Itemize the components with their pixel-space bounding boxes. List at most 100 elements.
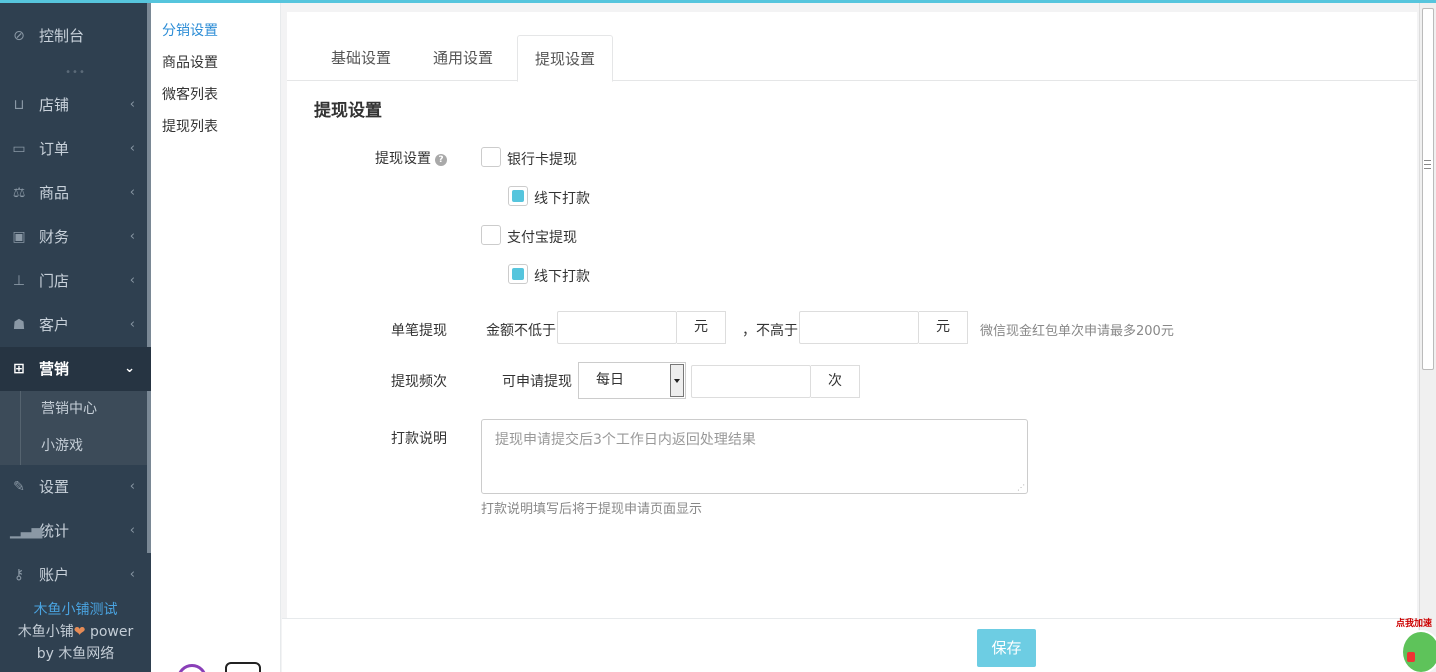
max-amount-prefix: ，不高于 — [742, 323, 798, 339]
single-withdraw-hint: 微信现金红包单次申请最多200元 — [980, 324, 1174, 339]
shop-name[interactable]: 木鱼小铺测试 — [0, 599, 151, 619]
page-scrollbar[interactable] — [1419, 3, 1436, 672]
main-panel: 基础设置 通用设置 提现设置 提现设置 提现设置? 银行卡提现 线下打款 支付宝… — [287, 12, 1417, 622]
action-footer: 保存 — [282, 618, 1418, 672]
bank-card-checkbox[interactable] — [481, 147, 501, 167]
sidebar-item-label: 店铺 — [39, 96, 70, 114]
menu-distribution-settings[interactable]: 分销设置 — [151, 15, 280, 47]
sidebar-item-settings[interactable]: ✎ 设置 ‹ — [0, 465, 151, 509]
withdraw-frequency-label: 提现频次 — [391, 374, 447, 390]
alipay-offline-label: 线下打款 — [534, 269, 590, 285]
sidebar-item-finance[interactable]: ▣ 财务 ‹ — [0, 215, 151, 259]
settings-tabs: 基础设置 通用设置 提现设置 — [287, 35, 1417, 82]
frequency-count-input[interactable] — [691, 365, 811, 398]
chevron-down-icon[interactable] — [670, 364, 684, 397]
payment-note-label: 打款说明 — [391, 431, 447, 447]
sidebar-item-marketing[interactable]: ⊞ 营销 ⌄ — [0, 347, 151, 391]
save-button[interactable]: 保存 — [977, 629, 1036, 667]
sidebar-item-products[interactable]: ⚖ 商品 ‹ — [0, 171, 151, 215]
frequency-period-select[interactable]: 每日 — [578, 362, 686, 399]
heart-icon: ❤ — [73, 624, 86, 640]
help-icon[interactable]: ? — [435, 154, 447, 166]
key-icon: ⚷ — [13, 567, 25, 583]
sitemap-icon: ⊥ — [12, 273, 26, 289]
sidebar-item-label: 控制台 — [39, 27, 85, 45]
chevron-left-icon: ‹ — [129, 229, 135, 244]
frequency-period-value: 每日 — [596, 372, 624, 388]
frog-icon — [1401, 630, 1436, 672]
scale-icon: ⚖ — [12, 185, 26, 201]
sidebar-item-label: 订单 — [39, 140, 70, 158]
powered-by: 木鱼小铺❤ power — [0, 621, 151, 641]
bank-card-label: 银行卡提现 — [507, 152, 577, 168]
max-amount-input[interactable] — [799, 311, 919, 344]
marketing-submenu: 营销中心 小游戏 — [0, 391, 151, 465]
withdraw-methods-label: 提现设置? — [375, 148, 447, 168]
min-amount-input[interactable] — [557, 311, 677, 344]
tab-basic-settings[interactable]: 基础设置 — [317, 35, 405, 81]
chevron-left-icon: ‹ — [129, 185, 135, 200]
sidebar-item-customers[interactable]: ☗ 客户 ‹ — [0, 303, 151, 347]
section-title: 提现设置 — [314, 101, 382, 121]
resize-grip-icon[interactable]: ⋰ — [1017, 483, 1025, 492]
sidebar-item-stores[interactable]: ⊥ 门店 ‹ — [0, 259, 151, 303]
secondary-menu: 分销设置 商品设置 微客列表 提现列表 — [151, 3, 281, 672]
speed-up-text: 点我加速 — [1396, 619, 1433, 629]
cash-icon: ▣ — [12, 229, 26, 245]
bank-offline-checkbox[interactable] — [508, 186, 528, 206]
menu-agent-list[interactable]: 微客列表 — [151, 79, 280, 111]
payment-note-hint: 打款说明填写后将于提现申请页面显示 — [481, 502, 703, 517]
sidebar-item-orders[interactable]: ▭ 订单 ‹ — [0, 127, 151, 171]
frequency-prefix: 可申请提现 — [502, 374, 572, 390]
sidebar-item-stats[interactable]: ▁▃▅ 统计 ‹ — [0, 509, 151, 553]
speed-up-badge[interactable]: 点我加速 — [1393, 610, 1436, 672]
compass-icon: ⊘ — [13, 28, 25, 44]
payment-note-textarea[interactable]: 提现申请提交后3个工作日内返回处理结果 ⋰ — [481, 419, 1028, 494]
chevron-left-icon: ‹ — [129, 567, 135, 582]
bank-offline-label: 线下打款 — [534, 191, 590, 207]
sidebar-item-label: 营销 — [39, 360, 70, 378]
sidebar-subitem-marketing-center[interactable]: 营销中心 — [20, 391, 151, 428]
min-amount-unit: 元 — [677, 311, 726, 344]
chevron-left-icon: ‹ — [129, 479, 135, 494]
sidebar-subitem-mini-games[interactable]: 小游戏 — [20, 428, 151, 465]
chevron-down-icon: ⌄ — [124, 361, 135, 376]
company-credit: by 木鱼网络 — [36, 646, 115, 662]
sidebar-divider: ••• — [65, 67, 86, 78]
powered-by-name: 木鱼小铺 — [17, 624, 74, 640]
menu-withdraw-list[interactable]: 提现列表 — [151, 111, 280, 143]
gift-icon: ⊞ — [13, 361, 25, 377]
sidebar-item-label: 财务 — [39, 228, 70, 246]
basket-icon: ⊔ — [13, 97, 25, 113]
signal-icon: ▁▃▅ — [10, 523, 43, 539]
sidebar-item-label: 门店 — [39, 272, 70, 290]
main-sidebar: ⊘ 控制台 ••• ⊔ 店铺 ‹ ▭ 订单 ‹ ⚖ 商品 ‹ ▣ 财务 ‹ ⊥ … — [0, 3, 151, 672]
wrench-icon: ✎ — [13, 479, 25, 495]
tab-withdraw-settings[interactable]: 提现设置 — [517, 35, 613, 82]
chevron-left-icon: ‹ — [129, 317, 135, 332]
menu-product-settings[interactable]: 商品设置 — [151, 47, 280, 79]
sidebar-item-label: 客户 — [39, 316, 70, 334]
sidebar-item-label: 商品 — [39, 184, 70, 202]
alipay-offline-checkbox[interactable] — [508, 264, 528, 284]
money-icon: ▭ — [12, 141, 26, 157]
sidebar-item-dashboard[interactable]: ⊘ 控制台 — [0, 3, 151, 69]
alipay-label: 支付宝提现 — [507, 230, 577, 246]
payment-note-placeholder: 提现申请提交后3个工作日内返回处理结果 — [495, 432, 756, 448]
sidebar-item-store[interactable]: ⊔ 店铺 ‹ — [0, 83, 151, 127]
sidebar-item-label: 设置 — [39, 478, 70, 496]
withdraw-methods-text: 提现设置 — [375, 151, 431, 167]
scrollbar-thumb[interactable] — [1422, 8, 1434, 370]
max-amount-unit: 元 — [919, 311, 968, 344]
sidebar-item-account[interactable]: ⚷ 账户 ‹ — [0, 553, 151, 597]
powered-by-text: power — [85, 624, 134, 640]
users-icon: ☗ — [12, 317, 26, 333]
chevron-left-icon: ‹ — [129, 141, 135, 156]
single-withdraw-label: 单笔提现 — [391, 323, 447, 339]
promo-image — [177, 660, 263, 672]
scrollbar-grip-icon — [1424, 160, 1431, 169]
chevron-left-icon: ‹ — [129, 523, 135, 538]
tab-general-settings[interactable]: 通用设置 — [419, 35, 507, 81]
sidebar-item-label: 账户 — [39, 566, 70, 584]
alipay-checkbox[interactable] — [481, 225, 501, 245]
